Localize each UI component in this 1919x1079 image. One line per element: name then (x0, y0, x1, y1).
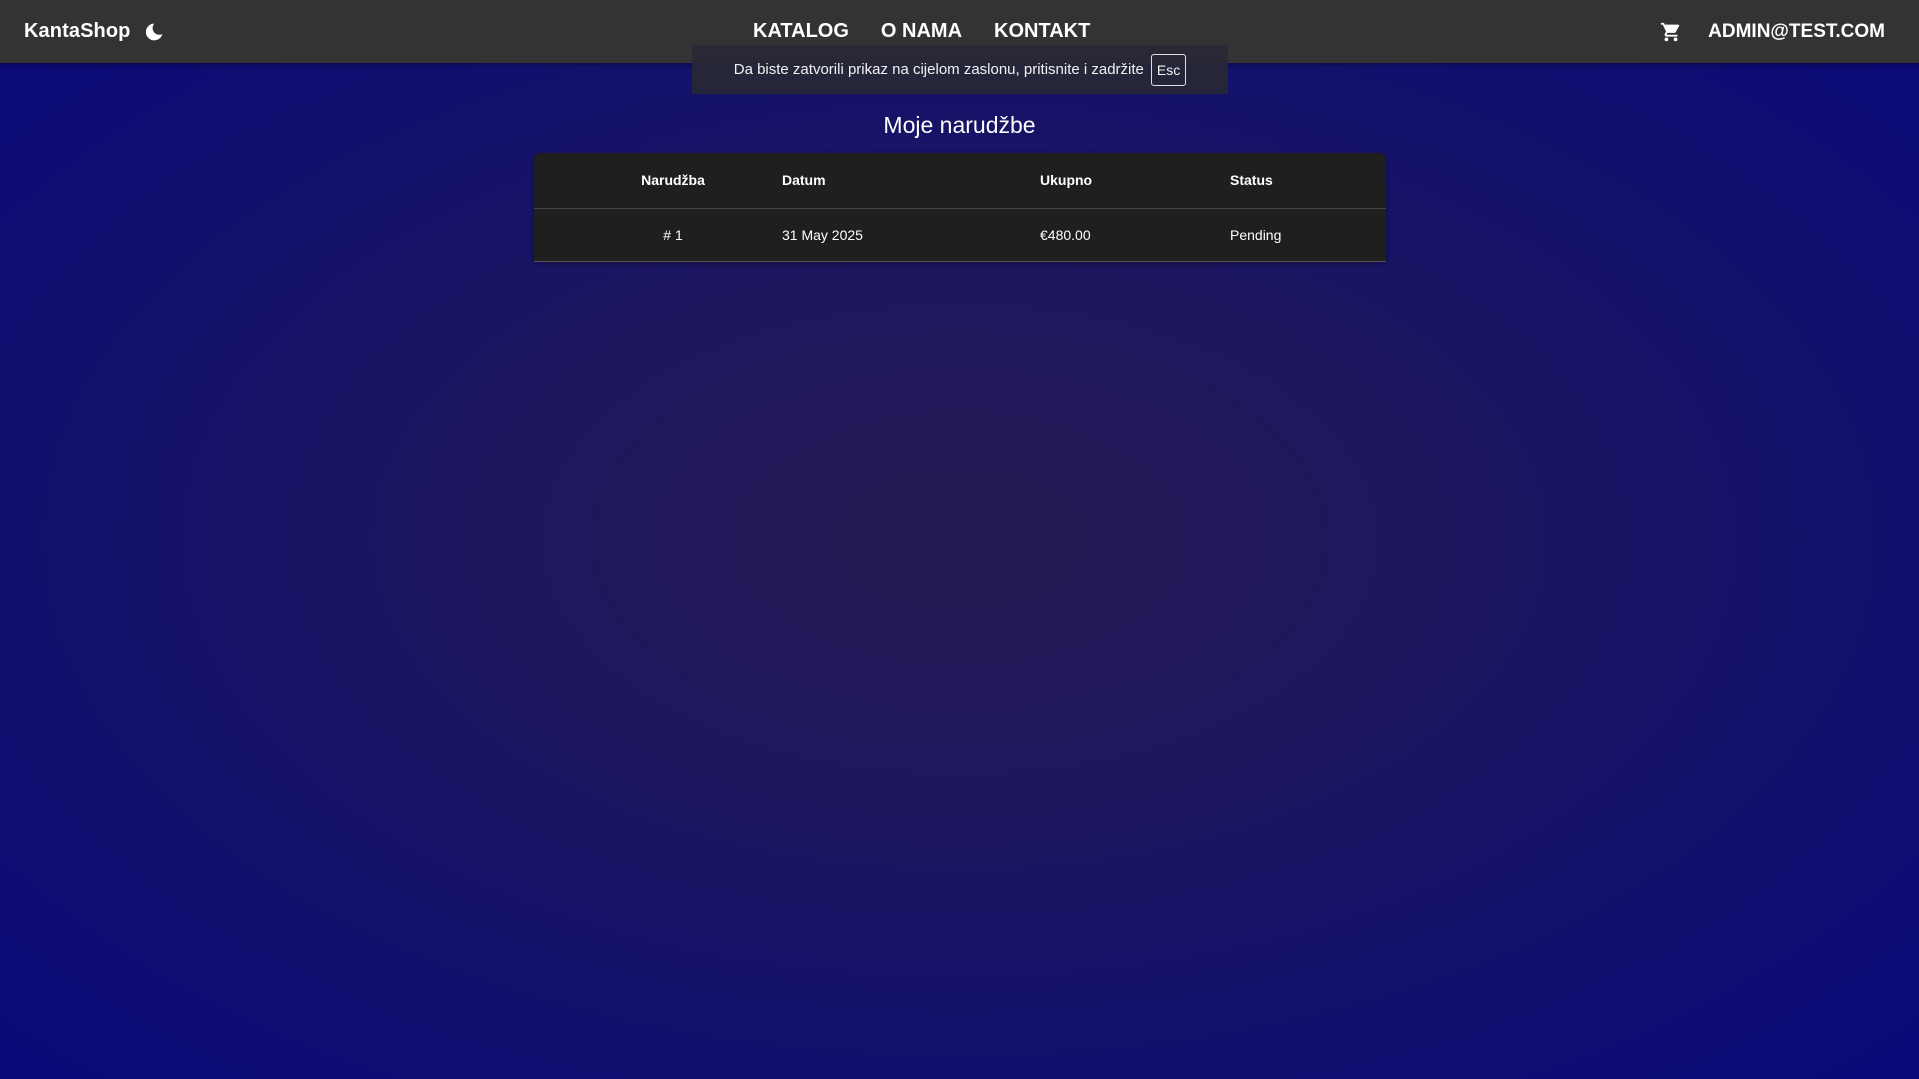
column-header-status: Status (1230, 153, 1386, 209)
fullscreen-notice-text: Da biste zatvorili prikaz na cijelom zas… (733, 61, 1144, 78)
moon-icon[interactable] (142, 20, 166, 44)
brand-name[interactable]: KantaShop (24, 20, 130, 43)
cart-icon[interactable] (1658, 19, 1684, 45)
order-date: 31 May 2025 (782, 208, 1040, 262)
order-number: # 1 (534, 208, 782, 262)
column-header-order: Narudžba (534, 153, 782, 209)
order-total: €480.00 (1040, 208, 1230, 262)
column-header-date: Datum (782, 153, 1040, 209)
nav-link-o-nama[interactable]: O NAMA (881, 20, 962, 43)
fullscreen-notice: Da biste zatvorili prikaz na cijelom zas… (692, 45, 1228, 94)
brand[interactable]: KantaShop (24, 0, 166, 63)
order-status: Pending (1230, 208, 1386, 262)
esc-key-hint: Esc (1150, 53, 1187, 86)
nav-link-kontakt[interactable]: KONTAKT (994, 20, 1090, 43)
column-header-total: Ukupno (1040, 153, 1230, 209)
page-title: Moje narudžbe (883, 112, 1036, 138)
orders-table: Narudžba Datum Ukupno Status # 1 31 May … (534, 153, 1386, 262)
table-row[interactable]: # 1 31 May 2025 €480.00 Pending (534, 208, 1386, 262)
user-account-link[interactable]: ADMIN@TEST.COM (1708, 21, 1885, 43)
nav-link-katalog[interactable]: KATALOG (753, 20, 849, 43)
table-header-row: Narudžba Datum Ukupno Status (534, 153, 1386, 209)
nav-right: ADMIN@TEST.COM (1658, 0, 1885, 63)
